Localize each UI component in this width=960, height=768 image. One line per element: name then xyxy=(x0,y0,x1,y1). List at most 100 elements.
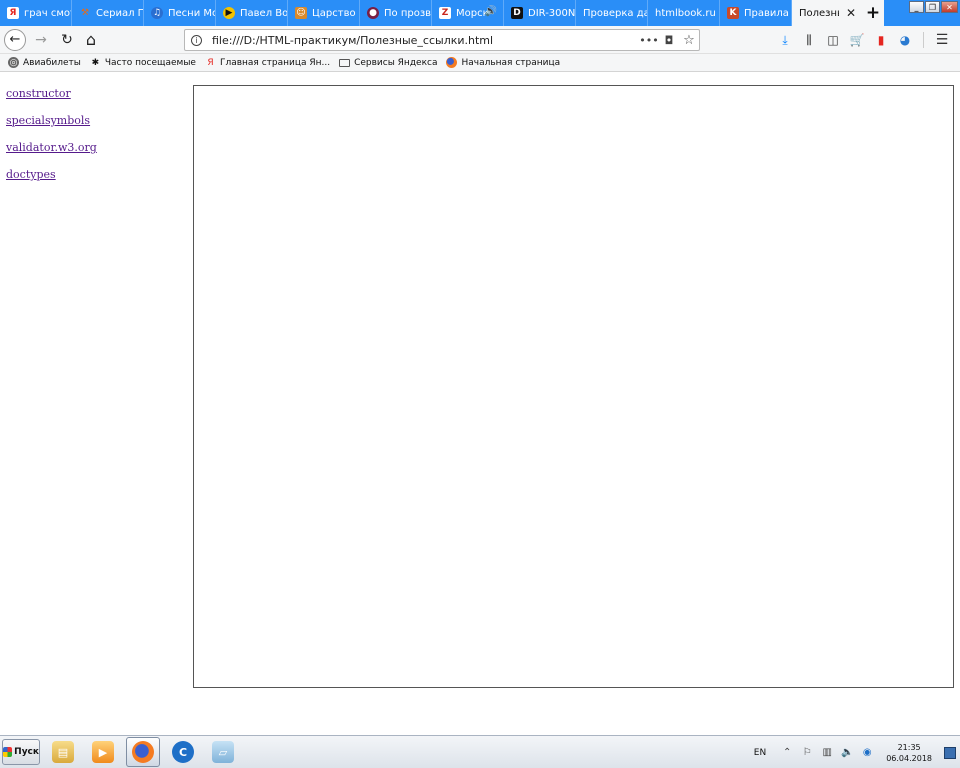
pocket-icon[interactable]: ◘ xyxy=(659,34,679,47)
home-button[interactable]: ⌂ xyxy=(80,29,102,51)
window-controls: _ ❐ ✕ xyxy=(909,1,958,13)
yandex-bookmark-icon[interactable]: ▮ xyxy=(871,30,891,50)
taskbar-ccleaner[interactable]: C xyxy=(166,737,200,767)
bookmark-item[interactable]: ✱ Часто посещаемые xyxy=(90,57,196,68)
window-close-icon[interactable]: ✕ xyxy=(941,1,958,13)
system-tray: EN ⌃ ⚐ ▥ 🔈 ◉ 21:35 06.04.2018 xyxy=(754,736,960,768)
bookmark-item[interactable]: Начальная страница xyxy=(446,57,560,68)
tab-label: По прозв xyxy=(384,7,431,19)
tab-label: DIR-300N xyxy=(528,7,575,19)
flag-icon[interactable]: ⚐ xyxy=(800,746,814,760)
clock-time: 21:35 xyxy=(897,742,921,752)
tab-7[interactable]: D DIR-300N xyxy=(504,0,576,26)
taskbar-media-player[interactable]: ▶ xyxy=(86,737,120,767)
links-list: constructor specialsymbols validator.w3.… xyxy=(6,87,97,195)
chevron-up-icon[interactable]: ⌃ xyxy=(780,746,794,760)
tab-label: грач смотр xyxy=(24,7,71,19)
tab-8[interactable]: Проверка дан xyxy=(576,0,648,26)
tab-10[interactable]: K Правила xyxy=(720,0,792,26)
taskbar: Пуск ▤ ▶ C ▱ EN ⌃ ⚐ ▥ 🔈 ◉ 21:35 06.04.20… xyxy=(0,735,960,768)
download-icon[interactable]: ⤓ xyxy=(775,30,795,50)
tab-label: Сериал Г xyxy=(96,7,143,19)
folder-icon: ▤ xyxy=(52,741,74,763)
k-logo-icon: K xyxy=(727,7,739,19)
reload-button[interactable]: ↻ xyxy=(56,29,78,51)
volume-icon[interactable]: 🔈 xyxy=(840,746,854,760)
forward-button[interactable]: → xyxy=(30,29,52,51)
media-player-icon: ▶ xyxy=(92,741,114,763)
link-specialsymbols[interactable]: specialsymbols xyxy=(6,114,97,128)
tab-active[interactable]: Полезные ✕ xyxy=(792,0,862,26)
toolbar-separator xyxy=(923,32,924,48)
tab-label: htmlbook.ru | xyxy=(655,7,719,19)
bookmark-item[interactable]: Я Главная страница Ян... xyxy=(205,57,330,68)
z-logo-icon: Z xyxy=(439,7,451,19)
tab-2[interactable]: ♫ Песни Мо xyxy=(144,0,216,26)
navigation-bar: ← → ↻ ⌂ i file:///D:/HTML-практикум/Поле… xyxy=(0,26,960,54)
bookmark-label: Часто посещаемые xyxy=(104,57,196,68)
tab-label: Павел Во xyxy=(240,7,287,19)
toolbar-right: ⤓ ⫼ ◫ 🛒 ▮ ◕ ☰ xyxy=(775,30,952,50)
tab-label: Царство xyxy=(312,7,356,19)
menu-icon[interactable]: ☰ xyxy=(932,30,952,50)
network-icon[interactable]: ▥ xyxy=(820,746,834,760)
info-icon[interactable]: i xyxy=(191,34,202,46)
cart-icon[interactable]: 🛒 xyxy=(847,30,867,50)
link-validator[interactable]: validator.w3.org xyxy=(6,141,97,155)
play-icon: ▶ xyxy=(223,7,235,19)
taskbar-explorer[interactable]: ▤ xyxy=(46,737,80,767)
bookmarks-bar: ◎ Авиабилеты ✱ Часто посещаемые Я Главная с… xyxy=(0,54,960,72)
tab-label: Проверка дан xyxy=(583,7,647,19)
taskbar-notepad[interactable]: ▱ xyxy=(206,737,240,767)
tab-3[interactable]: ▶ Павел Во xyxy=(216,0,288,26)
library-icon[interactable]: ⫼ xyxy=(799,30,819,50)
start-label: Пуск xyxy=(14,747,39,757)
start-button[interactable]: Пуск xyxy=(2,739,40,765)
taskbar-firefox[interactable] xyxy=(126,737,160,767)
close-icon[interactable]: ✕ xyxy=(846,6,856,20)
tiger-icon: ☺ xyxy=(295,7,307,19)
tab-1[interactable]: ⚒ Сериал Г xyxy=(72,0,144,26)
gear-icon: ✱ xyxy=(91,57,100,68)
tab-label: Полезные xyxy=(799,7,839,19)
minimize-icon[interactable]: _ xyxy=(909,1,924,13)
yandex-icon: Я xyxy=(207,57,214,68)
speaker-icon[interactable]: 🔊 xyxy=(485,6,497,17)
windows-logo-icon xyxy=(3,747,13,757)
bookmark-label: Главная страница Ян... xyxy=(219,57,331,68)
bookmark-item[interactable]: ◎ Авиабилеты xyxy=(8,57,81,68)
music-icon: ♫ xyxy=(151,7,163,19)
ccleaner-tray-icon[interactable]: ◉ xyxy=(860,746,874,760)
hammer-icon: ⚒ xyxy=(80,8,90,18)
ccleaner-icon: C xyxy=(172,741,194,763)
link-doctypes[interactable]: doctypes xyxy=(6,168,97,182)
bookmark-label: Начальная страница xyxy=(461,57,561,68)
new-tab-button[interactable]: + xyxy=(862,0,884,26)
language-indicator[interactable]: EN xyxy=(754,748,766,758)
tab-label: Правила xyxy=(744,7,789,19)
notepad-icon: ▱ xyxy=(212,741,234,763)
link-constructor[interactable]: constructor xyxy=(6,87,97,101)
restore-icon[interactable]: ❐ xyxy=(925,1,940,13)
yandex-icon: Я xyxy=(7,7,19,19)
sidebar-icon[interactable]: ◫ xyxy=(823,30,843,50)
bookmark-label: Авиабилеты xyxy=(23,57,81,68)
back-button[interactable]: ← xyxy=(4,28,26,51)
tab-0[interactable]: Яграч смотр xyxy=(0,0,72,26)
page-content: constructor specialsymbols validator.w3.… xyxy=(0,73,960,735)
bookmark-star-icon[interactable]: ☆ xyxy=(679,33,699,48)
tab-strip: Яграч смотр ⚒ Сериал Г ♫ Песни Мо ▶ Павел В… xyxy=(0,0,960,26)
content-iframe[interactable] xyxy=(193,85,954,688)
clock[interactable]: 21:35 06.04.2018 xyxy=(886,742,932,764)
d-logo-icon: D xyxy=(511,7,523,19)
tab-6[interactable]: Z Морск 🔊 xyxy=(432,0,504,26)
tab-4[interactable]: ☺ Царство xyxy=(288,0,360,26)
tab-9[interactable]: htmlbook.ru | xyxy=(648,0,720,26)
page-actions-button[interactable]: ••• xyxy=(639,34,659,47)
url-text[interactable]: file:///D:/HTML-практикум/Полезные_ссылк… xyxy=(212,34,639,47)
extension-icon[interactable]: ◕ xyxy=(895,30,915,50)
url-bar[interactable]: i file:///D:/HTML-практикум/Полезные_ссы… xyxy=(184,29,700,51)
bookmark-item[interactable]: Сервисы Яндекса xyxy=(339,58,437,68)
show-desktop-button[interactable] xyxy=(944,746,956,759)
tab-5[interactable]: ● По прозв xyxy=(360,0,432,26)
